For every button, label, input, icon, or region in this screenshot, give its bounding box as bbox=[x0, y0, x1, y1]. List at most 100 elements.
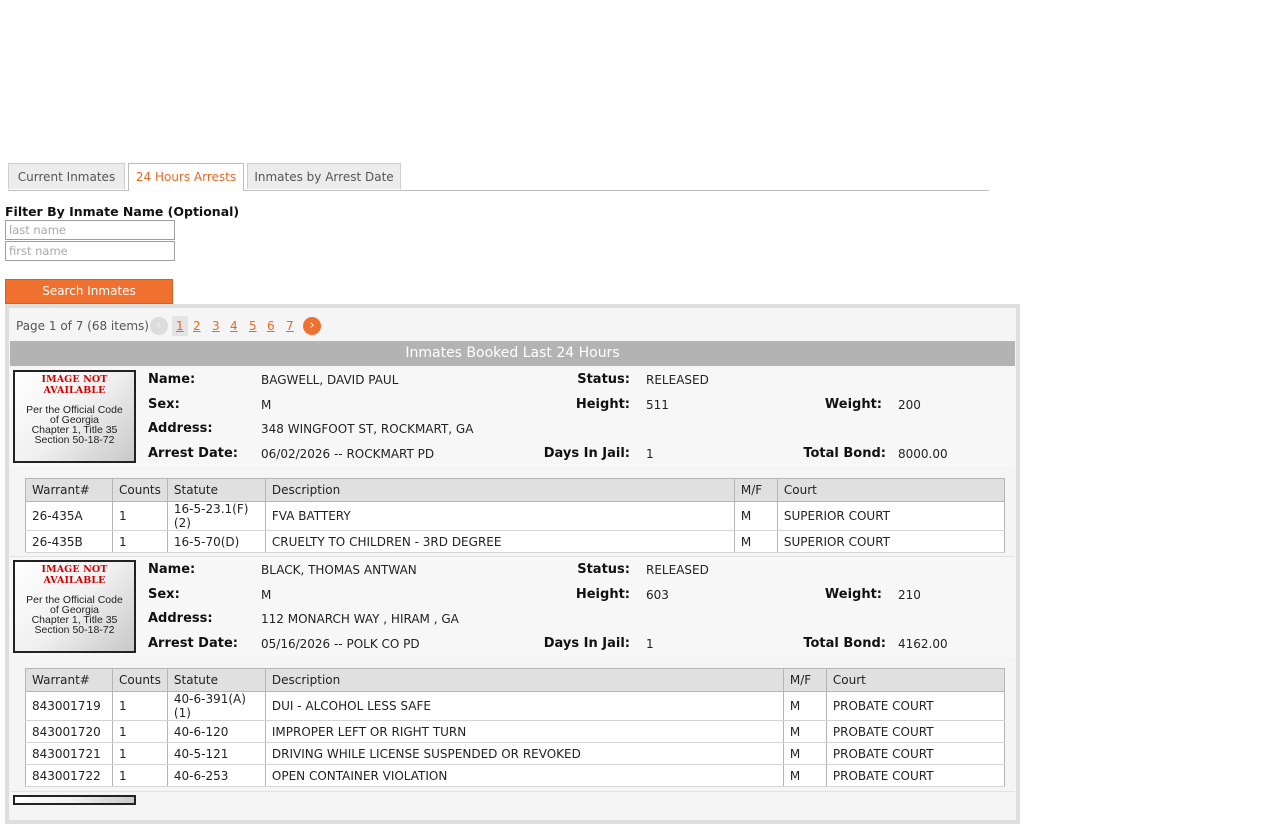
chevron-right-icon[interactable]: › bbox=[303, 317, 321, 335]
counts-cell: 1 bbox=[112, 501, 168, 531]
col-counts: Counts bbox=[112, 478, 168, 502]
height-label: Height: bbox=[575, 397, 630, 412]
counts-cell: 1 bbox=[112, 530, 168, 553]
table-row: 843001719 1 40-6-391(A)(1) DUI - ALCOHOL… bbox=[25, 691, 1006, 721]
counts-cell: 1 bbox=[112, 691, 168, 721]
search-inmates-button[interactable]: Search Inmates bbox=[5, 279, 173, 304]
days-in-jail-label: Days In Jail: bbox=[543, 636, 630, 651]
counts-cell: 1 bbox=[112, 720, 168, 743]
table-row: 26-435B 1 16-5-70(D) CRUELTY TO CHILDREN… bbox=[25, 530, 1006, 553]
description-cell: DUI - ALCOHOL LESS SAFE bbox=[264, 691, 784, 721]
description-cell: FVA BATTERY bbox=[264, 501, 735, 531]
inmate-photo-placeholder: IMAGE NOT AVAILABLE Per the Official Cod… bbox=[13, 370, 136, 463]
col-warrant: Warrant# bbox=[25, 668, 113, 692]
page-link-6[interactable]: 6 bbox=[267, 316, 275, 336]
warrant-cell: 26-435B bbox=[25, 530, 113, 553]
page-link-3[interactable]: 3 bbox=[212, 316, 220, 336]
total-bond-label: Total Bond: bbox=[803, 446, 886, 461]
address-label: Address: bbox=[148, 611, 213, 626]
charges-header-row: Warrant# Counts Statute Description M/F … bbox=[25, 668, 1006, 692]
inmate-photo-placeholder bbox=[13, 795, 136, 805]
georgia-code-text: Per the Official Code of Georgia Chapter 1… bbox=[26, 594, 123, 636]
mf-cell: M bbox=[782, 742, 827, 765]
tab-24-hours-arrests[interactable]: 24 Hours Arrests bbox=[128, 163, 244, 191]
inmate-address: 112 MONARCH WAY , HIRAM , GA bbox=[261, 612, 459, 626]
inmate-arrest-date: 05/16/2026 -- POLK CO PD bbox=[261, 637, 420, 651]
statute-cell: 16-5-23.1(F)(2) bbox=[166, 501, 266, 531]
first-name-input[interactable] bbox=[5, 241, 175, 261]
weight-label: Weight: bbox=[824, 587, 882, 602]
col-mf: M/F bbox=[733, 478, 778, 502]
address-label: Address: bbox=[148, 421, 213, 436]
court-cell: SUPERIOR COURT bbox=[776, 530, 1006, 553]
table-row: 843001722 1 40-6-253 OPEN CONTAINER VIOL… bbox=[25, 764, 1006, 787]
arrest-date-label: Arrest Date: bbox=[148, 636, 238, 651]
tab-bar: Current Inmates 24 Hours Arrests Inmates… bbox=[8, 163, 989, 191]
table-row: 843001721 1 40-5-121 DRIVING WHILE LICEN… bbox=[25, 742, 1006, 765]
inmate-photo-placeholder: IMAGE NOT AVAILABLE Per the Official Cod… bbox=[13, 560, 136, 653]
col-counts: Counts bbox=[112, 668, 168, 692]
page-link-1[interactable]: 1 bbox=[172, 316, 188, 336]
col-warrant: Warrant# bbox=[25, 478, 113, 502]
warrant-cell: 843001719 bbox=[25, 691, 113, 721]
image-not-available-text: IMAGE NOT AVAILABLE bbox=[41, 374, 108, 396]
statute-cell: 40-6-391(A)(1) bbox=[166, 691, 266, 721]
status-label: Status: bbox=[577, 562, 630, 577]
inmate-total-bond: 4162.00 bbox=[898, 637, 948, 651]
inmate-total-bond: 8000.00 bbox=[898, 447, 948, 461]
court-cell: PROBATE COURT bbox=[825, 720, 1006, 743]
inmate-status: RELEASED bbox=[646, 373, 709, 387]
arrest-date-label: Arrest Date: bbox=[148, 446, 238, 461]
section-title: Inmates Booked Last 24 Hours bbox=[10, 341, 1015, 366]
col-court: Court bbox=[776, 478, 1006, 502]
mf-cell: M bbox=[733, 530, 778, 553]
col-statute: Statute bbox=[166, 668, 266, 692]
charges-header-row: Warrant# Counts Statute Description M/F … bbox=[25, 478, 1006, 502]
mf-cell: M bbox=[782, 720, 827, 743]
mf-cell: M bbox=[733, 501, 778, 531]
sex-label: Sex: bbox=[148, 397, 180, 412]
charges-table: Warrant# Counts Statute Description M/F … bbox=[25, 478, 1006, 553]
status-label: Status: bbox=[577, 372, 630, 387]
col-statute: Statute bbox=[166, 478, 266, 502]
col-description: Description bbox=[264, 478, 735, 502]
inmate-height: 603 bbox=[646, 588, 669, 602]
last-name-input[interactable] bbox=[5, 220, 175, 240]
page-link-7[interactable]: 7 bbox=[286, 316, 294, 336]
total-bond-label: Total Bond: bbox=[803, 636, 886, 651]
table-row: 26-435A 1 16-5-23.1(F)(2) FVA BATTERY M … bbox=[25, 501, 1006, 531]
filter-label: Filter By Inmate Name (Optional) bbox=[5, 204, 240, 219]
page-link-2[interactable]: 2 bbox=[193, 316, 201, 336]
statute-cell: 40-6-120 bbox=[166, 720, 266, 743]
description-cell: IMPROPER LEFT OR RIGHT TURN bbox=[264, 720, 784, 743]
name-label: Name: bbox=[148, 372, 196, 387]
statute-cell: 40-6-253 bbox=[166, 764, 266, 787]
mf-cell: M bbox=[782, 764, 827, 787]
court-cell: PROBATE COURT bbox=[825, 691, 1006, 721]
description-cell: CRUELTY TO CHILDREN - 3RD DEGREE bbox=[264, 530, 735, 553]
tab-current-inmates[interactable]: Current Inmates bbox=[8, 163, 125, 189]
name-label: Name: bbox=[148, 562, 196, 577]
court-cell: PROBATE COURT bbox=[825, 764, 1006, 787]
height-label: Height: bbox=[575, 587, 630, 602]
inmate-arrest-date: 06/02/2026 -- ROCKMART PD bbox=[261, 447, 435, 461]
page-link-4[interactable]: 4 bbox=[230, 316, 238, 336]
counts-cell: 1 bbox=[112, 764, 168, 787]
inmate-name: BLACK, THOMAS ANTWAN bbox=[261, 563, 417, 577]
inmate-address: 348 WINGFOOT ST, ROCKMART, GA bbox=[261, 422, 474, 436]
days-in-jail-label: Days In Jail: bbox=[543, 446, 630, 461]
charges-table: Warrant# Counts Statute Description M/F … bbox=[25, 668, 1006, 787]
col-description: Description bbox=[264, 668, 784, 692]
warrant-cell: 843001721 bbox=[25, 742, 113, 765]
warrant-cell: 843001720 bbox=[25, 720, 113, 743]
tab-inmates-by-arrest-date[interactable]: Inmates by Arrest Date bbox=[247, 163, 401, 189]
inmate-sex: M bbox=[261, 398, 272, 412]
col-court: Court bbox=[825, 668, 1006, 692]
statute-cell: 40-5-121 bbox=[166, 742, 266, 765]
inmate-days-in-jail: 1 bbox=[646, 447, 654, 461]
inmate-sex: M bbox=[261, 588, 272, 602]
georgia-code-text: Per the Official Code of Georgia Chapter 1… bbox=[26, 404, 123, 446]
page-link-5[interactable]: 5 bbox=[249, 316, 257, 336]
counts-cell: 1 bbox=[112, 742, 168, 765]
chevron-left-icon[interactable]: ‹ bbox=[150, 317, 168, 335]
